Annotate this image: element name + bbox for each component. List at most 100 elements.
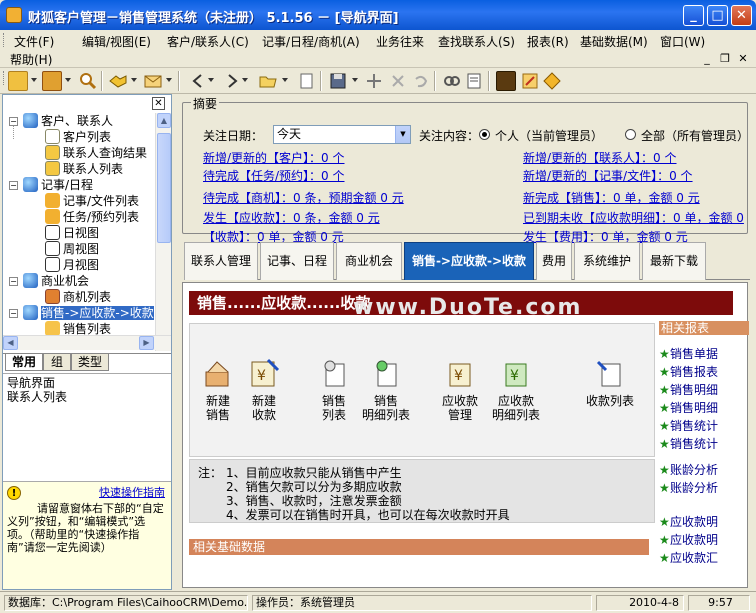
scroll-left-arrow-icon[interactable]: ◀: [3, 336, 18, 350]
tree-item-month-view[interactable]: 月视图: [45, 257, 99, 273]
sales-detail-list-button[interactable]: 销售 明细列表: [358, 358, 414, 422]
scroll-up-arrow-icon[interactable]: ▲: [157, 113, 171, 128]
menu-reports[interactable]: 报表(R): [527, 33, 569, 50]
mdi-minimize-button[interactable]: _: [700, 52, 714, 65]
edit-document-icon[interactable]: [520, 71, 540, 91]
new-item-icon[interactable]: [364, 71, 384, 91]
search-icon[interactable]: [78, 71, 98, 91]
chevron-down-icon[interactable]: ▼: [395, 126, 410, 143]
scroll-thumb[interactable]: [157, 133, 171, 243]
menu-business[interactable]: 业务往来: [376, 33, 424, 50]
tab-group[interactable]: 组: [43, 354, 71, 371]
close-button[interactable]: ✕: [731, 5, 752, 26]
maximize-button[interactable]: □: [707, 5, 728, 26]
tree-horizontal-scrollbar[interactable]: ◀ ▶: [3, 335, 171, 350]
tree-item-opportunity-list[interactable]: 商机列表: [45, 289, 111, 305]
tab-notes-schedule[interactable]: 记事、日程: [260, 242, 334, 280]
mdi-restore-button[interactable]: ❐: [718, 52, 732, 65]
dropdown-arrow-icon[interactable]: [31, 78, 37, 82]
tree-item-notes-list[interactable]: 记事/文件列表: [45, 193, 139, 209]
menu-window[interactable]: 窗口(W): [660, 33, 705, 50]
report-link[interactable]: ★账龄分析: [659, 479, 749, 493]
menu-edit-view[interactable]: 编辑/视图(E): [82, 33, 151, 50]
radio-personal-label[interactable]: 个人（当前管理员）: [495, 127, 603, 144]
tree-item-notes[interactable]: 记事/日程: [23, 177, 93, 193]
report-link[interactable]: ★销售明细: [659, 381, 749, 395]
quick-guide-link[interactable]: 快速操作指南: [99, 486, 165, 499]
nav-item-contact-list[interactable]: 联系人列表: [7, 390, 167, 404]
report-link[interactable]: ★销售单据: [659, 345, 749, 359]
dropdown-arrow-icon[interactable]: [166, 78, 172, 82]
photo-icon[interactable]: [496, 71, 516, 91]
summary-link-contacts[interactable]: 新增/更新的【联系人】：0 个: [523, 149, 677, 166]
minimize-button[interactable]: _: [683, 5, 704, 26]
pane-close-button[interactable]: ✕: [152, 97, 165, 110]
back-icon[interactable]: [188, 71, 208, 91]
radio-all-label[interactable]: 全部（所有管理员）: [641, 127, 749, 144]
radio-personal[interactable]: [479, 129, 490, 140]
tab-common[interactable]: 常用: [5, 354, 43, 371]
open-folder-icon[interactable]: [258, 71, 278, 91]
summary-link-tasks[interactable]: 待完成【任务/预约】：0 个: [203, 167, 345, 184]
focus-date-select[interactable]: 今天 ▼: [273, 125, 411, 144]
dropdown-arrow-icon[interactable]: [352, 78, 358, 82]
link-icon[interactable]: [442, 71, 462, 91]
receipt-list-button[interactable]: 收款列表: [582, 358, 638, 408]
undo-icon[interactable]: [410, 71, 430, 91]
report-link[interactable]: ★销售报表: [659, 363, 749, 377]
sales-list-button[interactable]: 销售 列表: [314, 358, 354, 422]
tree-item-customers[interactable]: 客户、联系人: [23, 113, 113, 129]
tree-toggle[interactable]: −: [9, 309, 18, 318]
receivable-detail-list-button[interactable]: ¥ 应收款 明细列表: [488, 358, 544, 422]
tree-item-opportunities[interactable]: 商业机会: [23, 273, 89, 289]
report-link[interactable]: ★应收款汇: [659, 549, 749, 563]
card-view-icon[interactable]: [42, 71, 62, 91]
summary-link-receivables[interactable]: 发生【应收款】：0 条，金额 0 元: [203, 209, 380, 226]
handshake-icon[interactable]: [108, 71, 128, 91]
tree-item-task-list[interactable]: 任务/预约列表: [45, 209, 139, 225]
summary-link-overdue[interactable]: 已到期未收【应收款明细】：0 单，金额 0: [523, 209, 747, 226]
dropdown-arrow-icon[interactable]: [282, 78, 288, 82]
mail-icon[interactable]: [143, 71, 163, 91]
summary-link-customers[interactable]: 新增/更新的【客户】：0 个: [203, 149, 345, 166]
summary-link-opportunities[interactable]: 待完成【商机】：0 条，预期金额 0 元: [203, 189, 404, 206]
tree-toggle[interactable]: −: [9, 277, 18, 286]
tree-toggle[interactable]: −: [9, 181, 18, 190]
tree-item-week-view[interactable]: 周视图: [45, 241, 99, 257]
tree-item-sales[interactable]: 销售->应收款->收款: [23, 305, 154, 321]
tab-latest-downloads[interactable]: 最新下载: [642, 242, 706, 280]
menu-base-data[interactable]: 基础数据(M): [580, 33, 648, 50]
dropdown-arrow-icon[interactable]: [131, 78, 137, 82]
tree-item-day-view[interactable]: 日视图: [45, 225, 99, 241]
report-link[interactable]: ★销售统计: [659, 417, 749, 431]
report-link[interactable]: ★销售明细: [659, 399, 749, 413]
tab-expenses[interactable]: 费用: [536, 242, 572, 280]
tree-toggle[interactable]: −: [9, 117, 18, 126]
summary-link-sales[interactable]: 新完成【销售】：0 单，金额 0 元: [523, 189, 700, 206]
summary-link-notes[interactable]: 新增/更新的【记事/文件】：0 个: [523, 167, 693, 184]
tree-vertical-scrollbar[interactable]: ▲ ▼: [155, 113, 171, 351]
report-link[interactable]: ★销售统计: [659, 435, 749, 449]
delete-icon[interactable]: [388, 71, 408, 91]
dropdown-arrow-icon[interactable]: [65, 78, 71, 82]
tree-item-contact-list[interactable]: 联系人列表: [45, 161, 123, 177]
tree-item-contact-query[interactable]: 联系人查询结果: [45, 145, 147, 161]
menu-notes-schedule[interactable]: 记事/日程/商机(A): [262, 33, 360, 50]
dropdown-arrow-icon[interactable]: [208, 78, 214, 82]
save-icon[interactable]: [328, 71, 348, 91]
menu-find-contact[interactable]: 查找联系人(S): [438, 33, 515, 50]
title-bar[interactable]: 财狐客户管理－销售管理系统（未注册） 5.1.56 － [导航界面] _ □ ✕: [0, 0, 756, 30]
tree-item-customer-list[interactable]: 客户列表: [45, 129, 111, 145]
report-icon[interactable]: [464, 71, 484, 91]
report-link[interactable]: ★账龄分析: [659, 461, 749, 475]
dropdown-arrow-icon[interactable]: [242, 78, 248, 82]
tab-system-maintenance[interactable]: 系统维护: [574, 242, 640, 280]
scroll-right-arrow-icon[interactable]: ▶: [139, 336, 154, 350]
new-sale-button[interactable]: 新建 销售: [198, 358, 238, 422]
nav-item-navigation[interactable]: 导航界面: [7, 376, 167, 390]
forward-icon[interactable]: [222, 71, 242, 91]
tab-opportunities[interactable]: 商业机会: [336, 242, 402, 280]
list-view-icon[interactable]: [8, 71, 28, 91]
tab-type[interactable]: 类型: [71, 354, 109, 371]
menu-file[interactable]: 文件(F): [14, 33, 54, 50]
